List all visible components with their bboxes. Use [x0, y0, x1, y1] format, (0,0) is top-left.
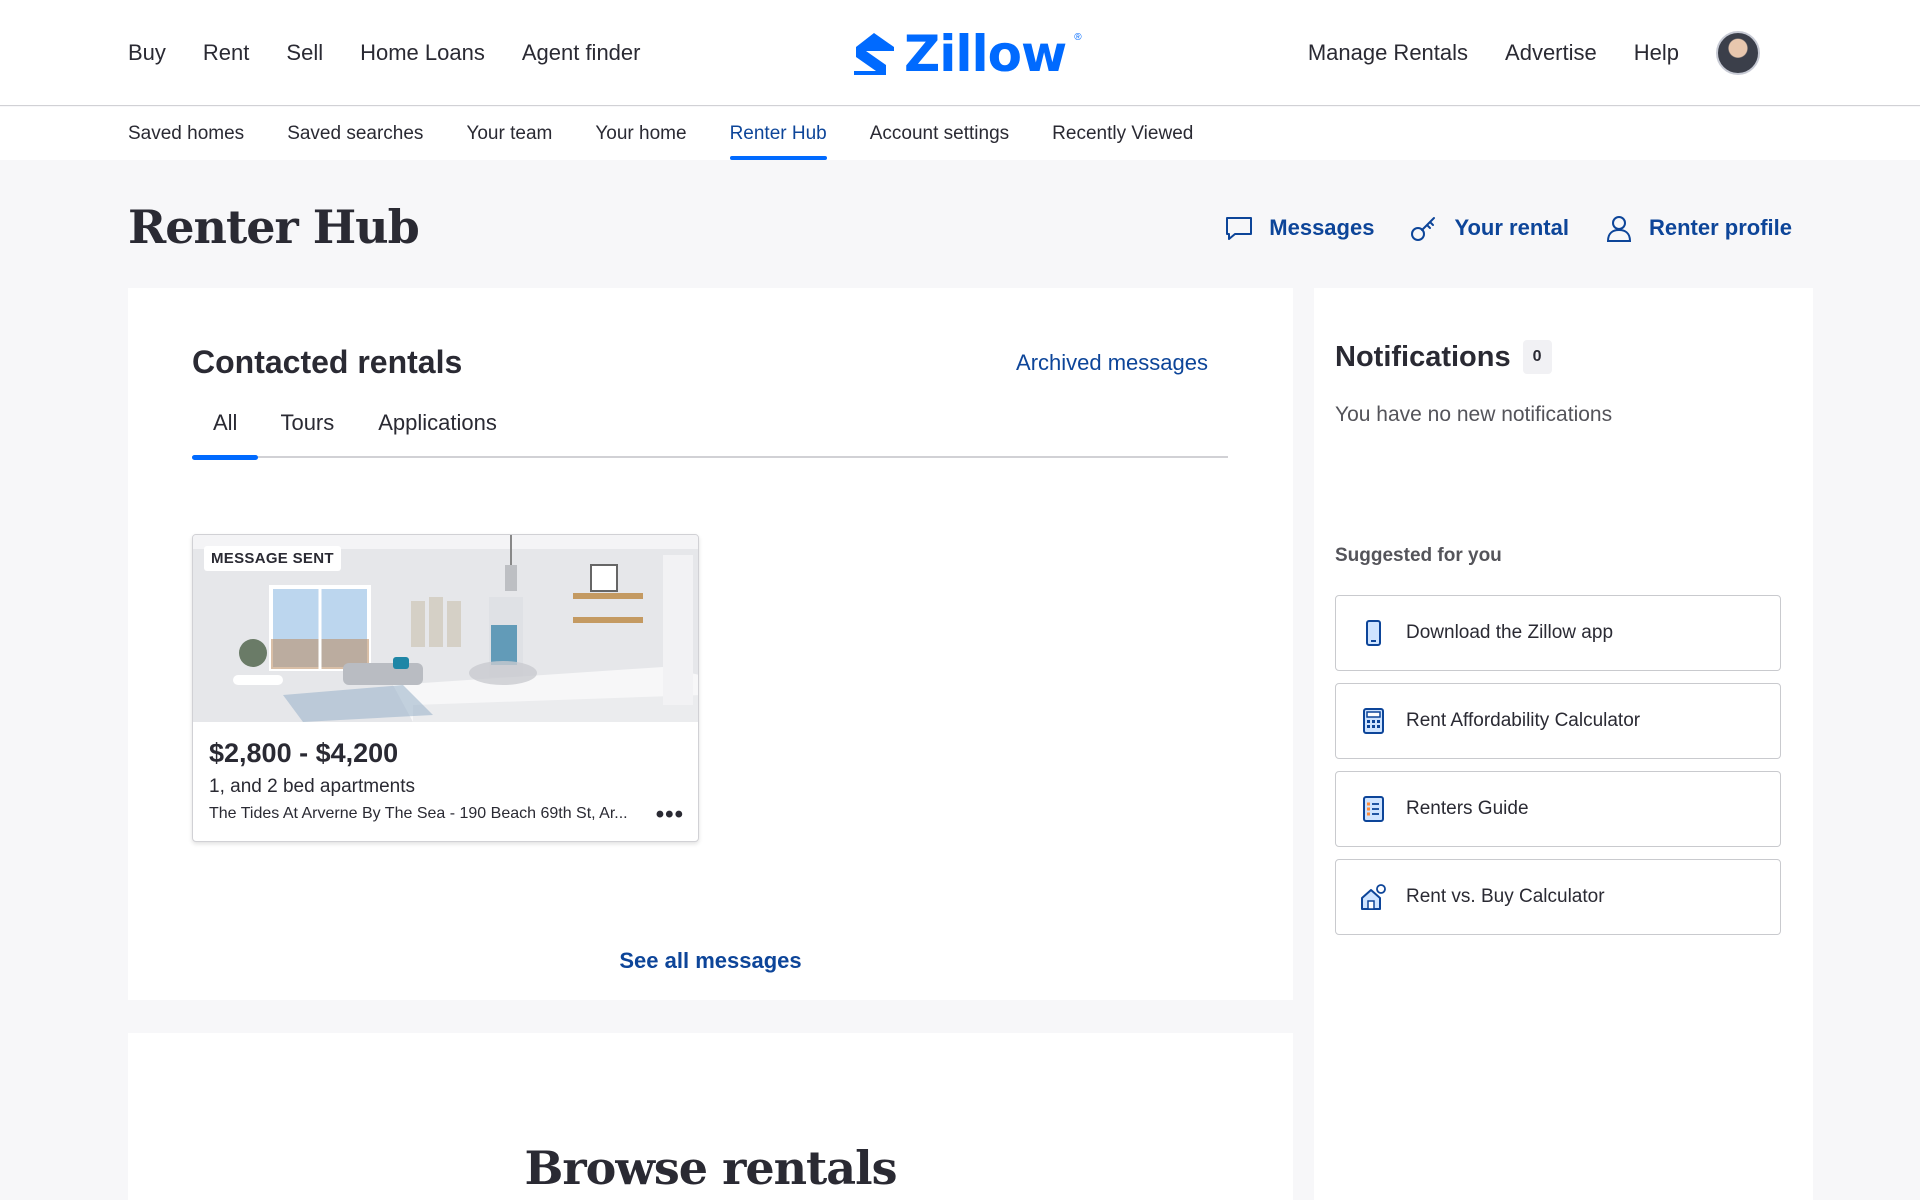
- suggestion-download-app[interactable]: Download the Zillow app: [1335, 595, 1781, 671]
- primary-nav: Buy Rent Sell Home Loans Agent finder: [128, 0, 640, 106]
- subnav-recently-viewed[interactable]: Recently Viewed: [1052, 107, 1193, 160]
- suggestion-label: Download the Zillow app: [1406, 622, 1614, 643]
- nav-rent[interactable]: Rent: [203, 40, 249, 66]
- subnav-renter-hub[interactable]: Renter Hub: [729, 107, 827, 160]
- tab-all[interactable]: All: [192, 406, 259, 460]
- subnav-your-team[interactable]: Your team: [466, 107, 552, 160]
- tab-applications[interactable]: Applications: [356, 406, 519, 458]
- browse-rentals-title: Browse rentals: [524, 1141, 898, 1195]
- notifications-panel: Notifications 0 You have no new notifica…: [1314, 288, 1813, 1200]
- archived-messages-link[interactable]: Archived messages: [1016, 350, 1208, 376]
- listing-beds: 1, and 2 bed apartments: [209, 776, 415, 797]
- chat-bubble-icon: [1226, 217, 1253, 240]
- zillow-logo[interactable]: Zillow ®: [852, 25, 1082, 83]
- rental-listing-card[interactable]: MESSAGE SENT $2,800 - $4,200 1, and 2 be…: [192, 534, 699, 842]
- contacted-tabs: All Tours Applications: [192, 406, 1228, 460]
- subnav-saved-homes[interactable]: Saved homes: [128, 107, 244, 160]
- key-icon: [1411, 217, 1436, 241]
- messages-label: Messages: [1269, 215, 1375, 240]
- house-icon: [1361, 884, 1386, 910]
- listing-photo: MESSAGE SENT: [193, 535, 698, 722]
- subnav-saved-searches[interactable]: Saved searches: [287, 107, 423, 160]
- tab-tours[interactable]: Tours: [258, 406, 356, 458]
- user-avatar[interactable]: [1716, 31, 1760, 75]
- suggestion-label: Renters Guide: [1406, 798, 1529, 819]
- listing-price: $2,800 - $4,200: [209, 738, 399, 768]
- suggestions-list: Download the Zillow app Rent Affordabili…: [1335, 595, 1781, 935]
- more-options-icon[interactable]: •••: [656, 801, 684, 829]
- nav-agent-finder[interactable]: Agent finder: [522, 40, 641, 66]
- contacted-rentals-title: Contacted rentals: [192, 344, 463, 380]
- calculator-icon: [1363, 708, 1384, 734]
- nav-buy[interactable]: Buy: [128, 40, 166, 66]
- messages-link[interactable]: Messages: [1223, 212, 1374, 244]
- no-notifications-text: You have no new notifications: [1335, 403, 1613, 426]
- subnav-account-settings[interactable]: Account settings: [870, 107, 1009, 160]
- top-header: Buy Rent Sell Home Loans Agent finder Zi…: [0, 0, 1920, 106]
- suggestion-label: Rent vs. Buy Calculator: [1406, 886, 1605, 907]
- nav-advertise[interactable]: Advertise: [1505, 40, 1597, 66]
- browse-rentals-card: Browse rentals: [128, 1033, 1293, 1200]
- subnav-your-home[interactable]: Your home: [595, 107, 686, 160]
- your-rental-link[interactable]: Your rental: [1408, 212, 1569, 244]
- nav-sell[interactable]: Sell: [286, 40, 323, 66]
- zillow-logo-icon: [854, 33, 894, 75]
- message-sent-badge: MESSAGE SENT: [204, 546, 341, 571]
- logo-registered-mark: ®: [1074, 32, 1082, 43]
- renter-profile-label: Renter profile: [1648, 215, 1792, 240]
- nav-manage-rentals[interactable]: Manage Rentals: [1308, 40, 1468, 66]
- notifications-title: Notifications 0: [1335, 340, 1552, 374]
- account-subnav: Saved homes Saved searches Your team You…: [0, 107, 1920, 160]
- phone-icon: [1366, 620, 1381, 646]
- see-all-messages-link[interactable]: See all messages: [128, 948, 1293, 974]
- suggestion-rent-affordability[interactable]: Rent Affordability Calculator: [1335, 683, 1781, 759]
- contacted-rentals-card: Contacted rentals Archived messages All …: [128, 288, 1293, 1000]
- suggestion-label: Rent Affordability Calculator: [1406, 710, 1641, 731]
- logo-wordmark: Zillow: [904, 25, 1067, 83]
- person-icon: [1606, 216, 1631, 242]
- suggested-for-you-label: Suggested for you: [1335, 545, 1502, 566]
- nav-home-loans[interactable]: Home Loans: [360, 40, 485, 66]
- page-title: Renter Hub: [128, 200, 420, 254]
- suggestion-renters-guide[interactable]: Renters Guide: [1335, 771, 1781, 847]
- checklist-icon: [1363, 796, 1384, 822]
- secondary-nav: Manage Rentals Advertise Help: [1308, 0, 1760, 106]
- listing-address: The Tides At Arverne By The Sea - 190 Be…: [209, 805, 628, 822]
- nav-help[interactable]: Help: [1634, 40, 1679, 66]
- notifications-count-badge: 0: [1522, 340, 1552, 374]
- suggestion-rent-vs-buy[interactable]: Rent vs. Buy Calculator: [1335, 859, 1781, 935]
- your-rental-label: Your rental: [1454, 215, 1569, 240]
- notifications-label: Notifications: [1335, 340, 1511, 373]
- renter-profile-link[interactable]: Renter profile: [1603, 212, 1792, 244]
- quick-links: Messages Your rental Renter profile: [1223, 212, 1792, 244]
